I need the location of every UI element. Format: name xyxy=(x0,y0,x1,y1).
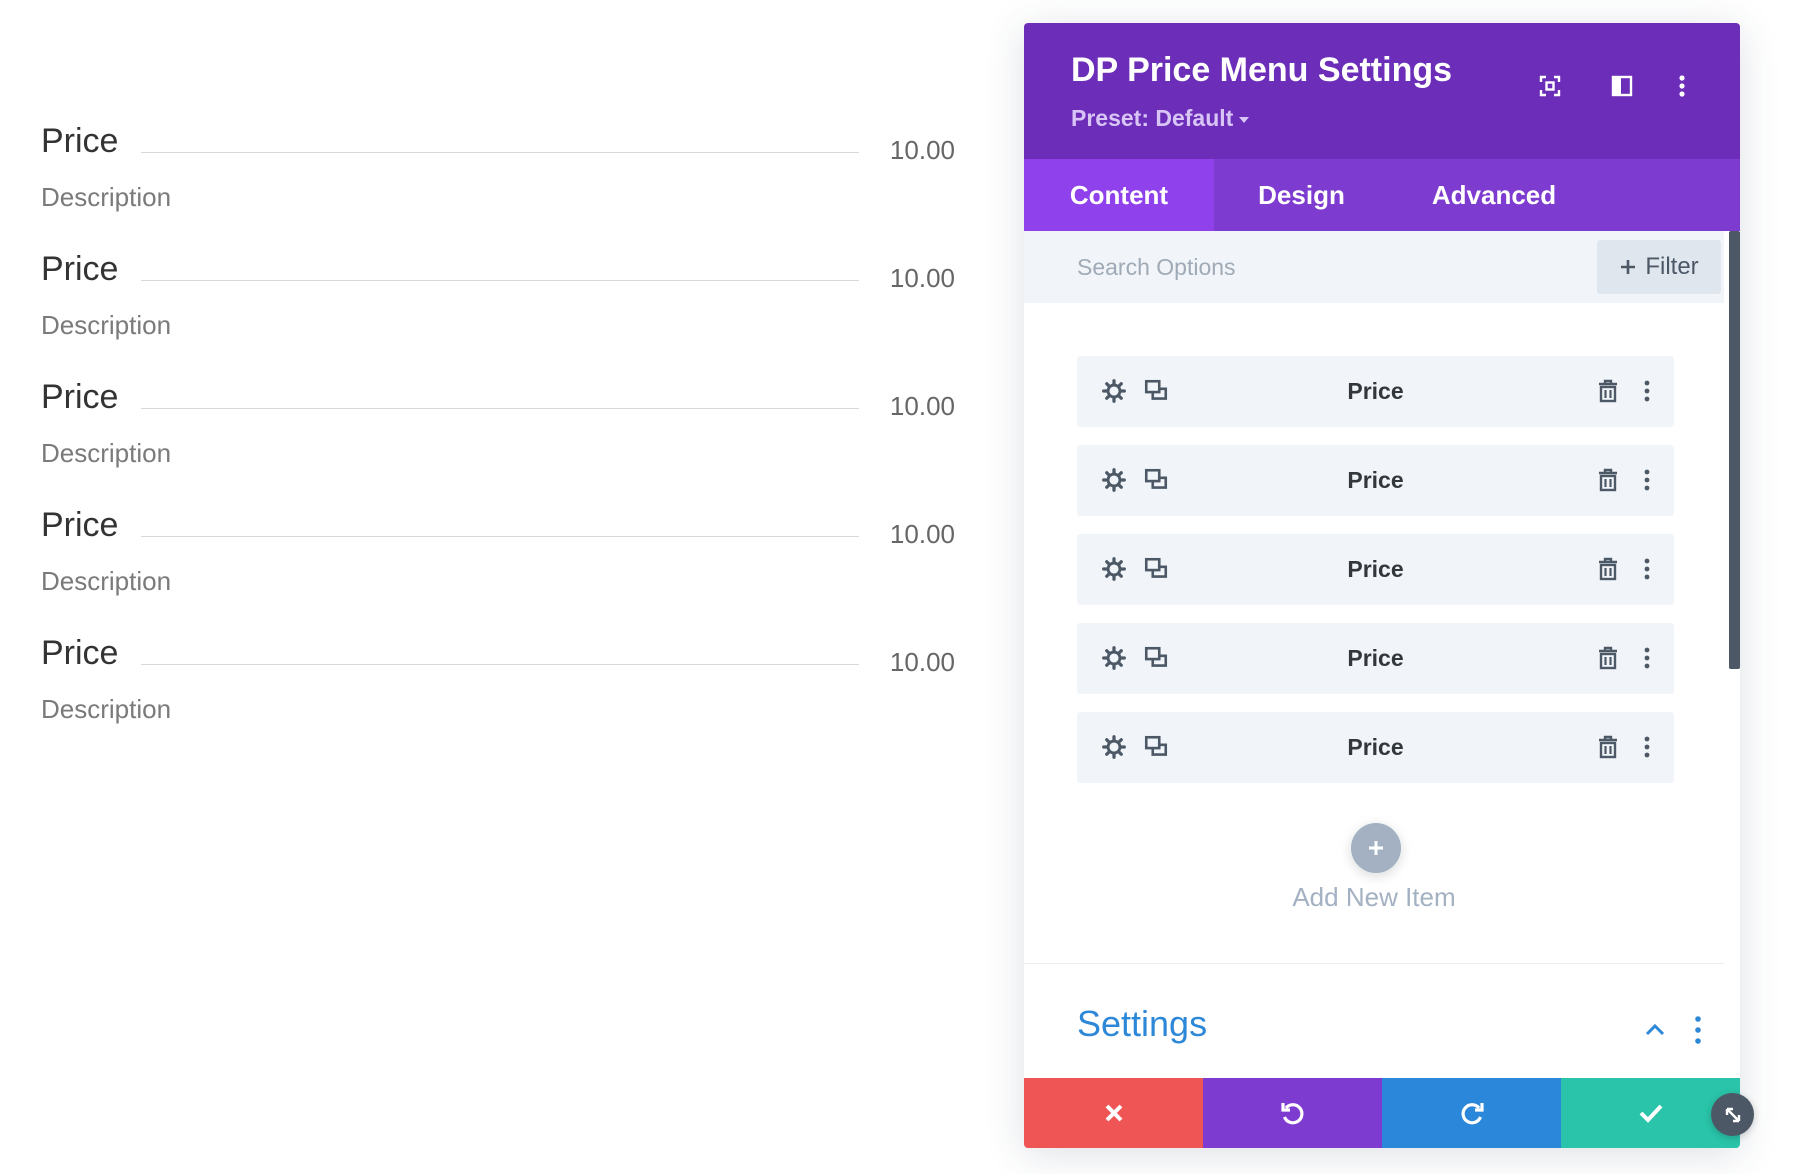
list-item[interactable]: Price xyxy=(1077,356,1674,427)
item-leader-line xyxy=(141,280,859,281)
tab-content[interactable]: Content xyxy=(1024,159,1214,231)
redo-button[interactable] xyxy=(1382,1078,1561,1148)
item-description: Description xyxy=(41,694,171,725)
item-list: Price Price xyxy=(1077,356,1674,801)
item-title: Price xyxy=(41,634,118,673)
list-item[interactable]: Price xyxy=(1077,712,1674,783)
list-item[interactable]: Price xyxy=(1077,623,1674,694)
trash-icon[interactable] xyxy=(1593,643,1623,673)
caret-down-icon xyxy=(1239,117,1249,123)
preset-selector[interactable]: Preset: Default xyxy=(1071,105,1249,132)
plus-icon xyxy=(1366,838,1386,858)
item-label: Price xyxy=(1077,445,1674,516)
checkmark-icon xyxy=(1638,1102,1664,1124)
modal-footer xyxy=(1024,1078,1740,1148)
undo-button[interactable] xyxy=(1203,1078,1382,1148)
section-title: Settings xyxy=(1077,1003,1207,1045)
filter-button[interactable]: Filter xyxy=(1597,240,1721,294)
add-item-label[interactable]: Add New Item xyxy=(1024,882,1724,913)
item-description: Description xyxy=(41,438,171,469)
filter-label: Filter xyxy=(1645,253,1698,281)
price-menu-preview: Price 10.00 Description Price 10.00 Desc… xyxy=(41,118,955,758)
item-title: Price xyxy=(41,250,118,289)
item-leader-line xyxy=(141,408,859,409)
menu-item[interactable]: Price 10.00 Description xyxy=(41,374,955,502)
item-label: Price xyxy=(1077,623,1674,694)
item-price: 10.00 xyxy=(890,135,955,166)
resize-icon xyxy=(1722,1104,1744,1126)
more-vertical-icon[interactable] xyxy=(1632,465,1662,495)
menu-item[interactable]: Price 10.00 Description xyxy=(41,246,955,374)
item-title: Price xyxy=(41,122,118,161)
item-label: Price xyxy=(1077,712,1674,783)
more-vertical-icon[interactable] xyxy=(1688,1013,1708,1047)
add-item-button[interactable] xyxy=(1351,823,1401,873)
plus-icon xyxy=(1619,258,1637,276)
trash-icon[interactable] xyxy=(1593,376,1623,406)
item-price: 10.00 xyxy=(890,391,955,422)
search-input[interactable] xyxy=(1024,231,1594,303)
trash-icon[interactable] xyxy=(1593,465,1623,495)
more-vertical-icon[interactable] xyxy=(1632,376,1662,406)
search-bar: Filter xyxy=(1024,231,1724,303)
settings-modal: DP Price Menu Settings Preset: Default C… xyxy=(1024,23,1740,1148)
menu-item[interactable]: Price 10.00 Description xyxy=(41,118,955,246)
resize-handle[interactable] xyxy=(1711,1093,1754,1136)
menu-item[interactable]: Price 10.00 Description xyxy=(41,502,955,630)
chevron-up-icon[interactable] xyxy=(1642,1017,1668,1043)
item-leader-line xyxy=(141,664,859,665)
tab-design[interactable]: Design xyxy=(1214,159,1389,231)
modal-header[interactable]: DP Price Menu Settings Preset: Default xyxy=(1024,23,1740,159)
preset-label: Preset: Default xyxy=(1071,105,1233,131)
modal-title: DP Price Menu Settings xyxy=(1071,51,1452,90)
menu-item[interactable]: Price 10.00 Description xyxy=(41,630,955,758)
item-price: 10.00 xyxy=(890,647,955,678)
item-description: Description xyxy=(41,310,171,341)
more-vertical-icon[interactable] xyxy=(1667,71,1697,101)
trash-icon[interactable] xyxy=(1593,554,1623,584)
more-vertical-icon[interactable] xyxy=(1632,732,1662,762)
more-vertical-icon[interactable] xyxy=(1632,643,1662,673)
tab-advanced[interactable]: Advanced xyxy=(1389,159,1599,231)
list-item[interactable]: Price xyxy=(1077,534,1674,605)
item-label: Price xyxy=(1077,534,1674,605)
more-vertical-icon[interactable] xyxy=(1632,554,1662,584)
item-title: Price xyxy=(41,378,118,417)
settings-section-header[interactable]: Settings xyxy=(1024,1003,1724,1063)
divider xyxy=(1024,963,1724,964)
split-view-icon[interactable] xyxy=(1607,71,1637,101)
item-leader-line xyxy=(141,152,859,153)
item-price: 10.00 xyxy=(890,263,955,294)
item-description: Description xyxy=(41,182,171,213)
item-label: Price xyxy=(1077,356,1674,427)
item-leader-line xyxy=(141,536,859,537)
list-item[interactable]: Price xyxy=(1077,445,1674,516)
redo-icon xyxy=(1458,1099,1486,1127)
tab-bar: Content Design Advanced xyxy=(1024,159,1740,231)
item-price: 10.00 xyxy=(890,519,955,550)
focus-icon[interactable] xyxy=(1535,71,1565,101)
item-title: Price xyxy=(41,506,118,545)
close-icon xyxy=(1103,1102,1125,1124)
scrollbar[interactable] xyxy=(1729,231,1740,669)
item-description: Description xyxy=(41,566,171,597)
trash-icon[interactable] xyxy=(1593,732,1623,762)
undo-icon xyxy=(1279,1099,1307,1127)
discard-button[interactable] xyxy=(1024,1078,1203,1148)
